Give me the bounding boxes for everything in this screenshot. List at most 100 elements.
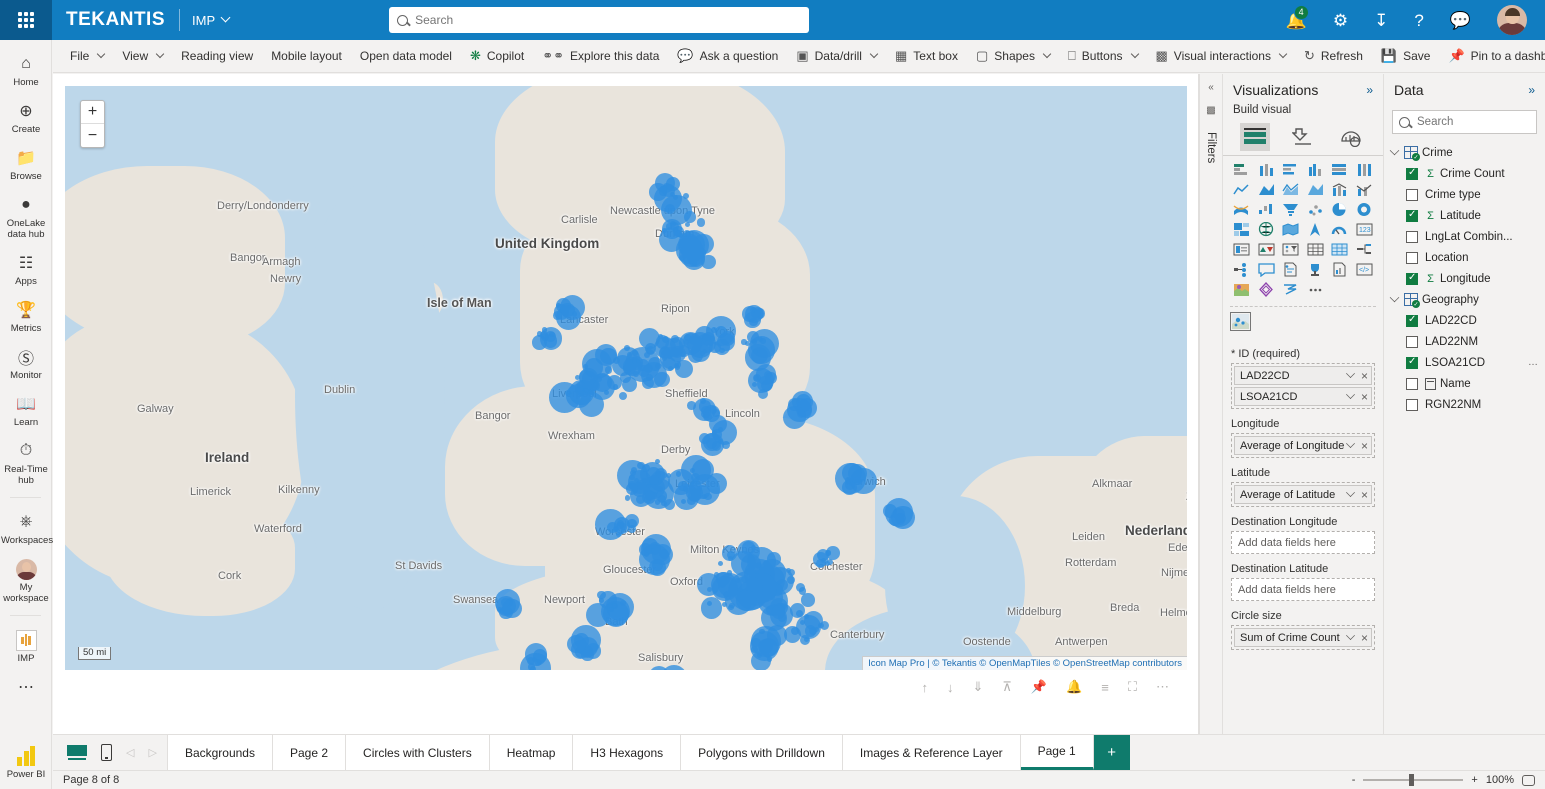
custom-visual-code-icon[interactable]: </> [1353,261,1377,278]
data-search-box[interactable] [1392,110,1537,134]
line-and-clustered-column-icon[interactable] [1353,181,1377,198]
sidebar-item-apps[interactable]: ☷ Apps [0,245,52,292]
field-checkbox[interactable] [1406,273,1418,285]
data-field-row[interactable]: LngLat Combin... [1384,226,1545,247]
well-drop-zone[interactable]: Sum of Crime Count× [1231,625,1375,650]
expand-icon[interactable]: » [1366,83,1373,97]
field-checkbox[interactable] [1406,378,1418,390]
field-checkbox[interactable] [1406,168,1418,180]
sidebar-item-my-workspace[interactable]: My workspace [0,551,52,609]
page-tab[interactable]: Heatmap [490,735,574,770]
sidebar-item-create[interactable]: ⊕ Create [0,93,52,140]
data-search-input[interactable] [1417,116,1530,128]
ribbon-visual-interactions[interactable]: ▩Visual interactions [1147,44,1295,68]
map-bubble[interactable] [530,666,536,670]
icon-map-marketplace-icon[interactable] [1230,281,1254,298]
map-bubble[interactable] [560,295,585,320]
well-drop-zone[interactable]: Average of Longitude× [1231,433,1375,458]
zoom-out-button[interactable]: − [81,124,104,147]
data-field-row[interactable]: RGN22NM [1384,394,1545,415]
avatar[interactable] [1497,5,1527,35]
hundred-percent-stacked-bar-icon[interactable] [1328,161,1352,178]
data-field-row[interactable]: Crime type [1384,184,1545,205]
data-field-row[interactable]: ΣCrime Count [1384,163,1545,184]
sort-descending-icon[interactable]: ⇓ [973,679,984,695]
map-bubble[interactable] [535,659,541,665]
field-pill[interactable]: Average of Latitude× [1234,485,1372,504]
workspace-selector[interactable]: IMP [192,13,229,28]
map-bubble[interactable] [659,187,667,195]
app-launcher-button[interactable] [0,0,52,40]
waterfall-chart-icon[interactable] [1255,201,1279,218]
chevron-down-icon[interactable] [1390,146,1400,156]
stacked-area-chart-icon[interactable] [1279,181,1303,198]
map-bubble[interactable] [848,464,867,483]
ribbon-shapes[interactable]: ▢Shapes [967,44,1059,68]
field-checkbox[interactable] [1406,399,1418,411]
sidebar-item-browse[interactable]: 📁 Browse [0,140,52,187]
analytics-icon[interactable] [1336,123,1366,151]
page-tab[interactable]: Backgrounds [168,735,273,770]
map-bubble[interactable] [686,485,702,501]
ribbon-chart-icon[interactable] [1230,201,1254,218]
sidebar-item-real-time-hub[interactable]: ⏱ Real-Time hub [0,433,52,491]
decomposition-tree-icon[interactable] [1353,241,1377,258]
map-bubble[interactable] [692,459,714,481]
map-attribution[interactable]: Icon Map Pro | © Tekantis © OpenMapTiles… [862,656,1187,670]
map-bubble[interactable] [549,332,555,338]
feedback-icon[interactable]: 💬 [1450,12,1471,29]
map-bubble[interactable] [597,591,605,599]
ribbon-data-drill[interactable]: ▣Data/drill [787,44,886,68]
line-chart-icon[interactable] [1230,181,1254,198]
map-bubble[interactable] [783,406,806,429]
zoom-slider[interactable] [1363,779,1463,781]
stacked-column-chart-icon[interactable] [1255,161,1279,178]
expand-icon[interactable]: » [1528,83,1535,97]
area-chart-icon[interactable] [1255,181,1279,198]
gauge-icon[interactable] [1328,221,1352,238]
help-icon[interactable]: ? [1414,12,1423,29]
alert-icon[interactable]: 🔔 [1066,679,1082,695]
desktop-layout-icon[interactable] [67,745,87,760]
map-bubble[interactable] [699,433,710,444]
map-bubble[interactable] [656,335,670,349]
ribbon-mobile-layout[interactable]: Mobile layout [262,44,351,68]
ribbon-open-data-model[interactable]: Open data model [351,44,461,68]
funnel-chart-icon[interactable] [1279,201,1303,218]
map-bubble[interactable] [710,336,715,341]
map-bubble[interactable] [617,522,623,528]
data-table-row[interactable]: ✓Geography [1384,289,1545,310]
table-icon[interactable] [1304,241,1328,258]
add-page-button[interactable]: + [1094,735,1130,770]
field-checkbox[interactable] [1406,210,1418,222]
map-bubble[interactable] [675,365,680,370]
ribbon-copilot[interactable]: ❋Copilot [461,44,533,68]
data-field-row[interactable]: LAD22NM [1384,331,1545,352]
sidebar-item-power-bi[interactable]: Power BI [0,738,52,785]
smart-narrative-icon[interactable] [1279,261,1303,278]
map-bubble[interactable] [553,311,562,320]
key-influencers-icon[interactable] [1230,261,1254,278]
more-visuals-icon[interactable] [1304,281,1328,298]
zebra-bi-icon[interactable] [1279,281,1303,298]
arrow-down-icon[interactable]: ↓ [947,680,954,695]
field-checkbox[interactable] [1406,336,1418,348]
map-bubble[interactable] [542,327,547,332]
data-field-row[interactable]: LSOA21CD… [1384,352,1545,373]
kpi-icon[interactable] [1255,241,1279,258]
zoom-in-button[interactable]: + [1471,774,1477,786]
chevron-down-icon[interactable] [1390,293,1400,303]
map-bubble[interactable] [684,211,696,223]
map-bubble[interactable] [626,483,638,495]
line-and-stacked-column-icon[interactable] [1328,181,1352,198]
page-tab[interactable]: Page 2 [273,735,346,770]
map-bubble[interactable] [712,441,722,451]
well-drop-zone[interactable]: LAD22CD×LSOA21CD× [1231,363,1375,409]
chevron-down-icon[interactable] [1346,390,1355,399]
azure-map-icon[interactable] [1304,221,1328,238]
map-bubble[interactable] [712,429,722,439]
remove-field-icon[interactable]: × [1361,488,1368,502]
map-bubble[interactable] [697,218,705,226]
filled-map-icon[interactable] [1279,221,1303,238]
map-icon[interactable] [1255,221,1279,238]
